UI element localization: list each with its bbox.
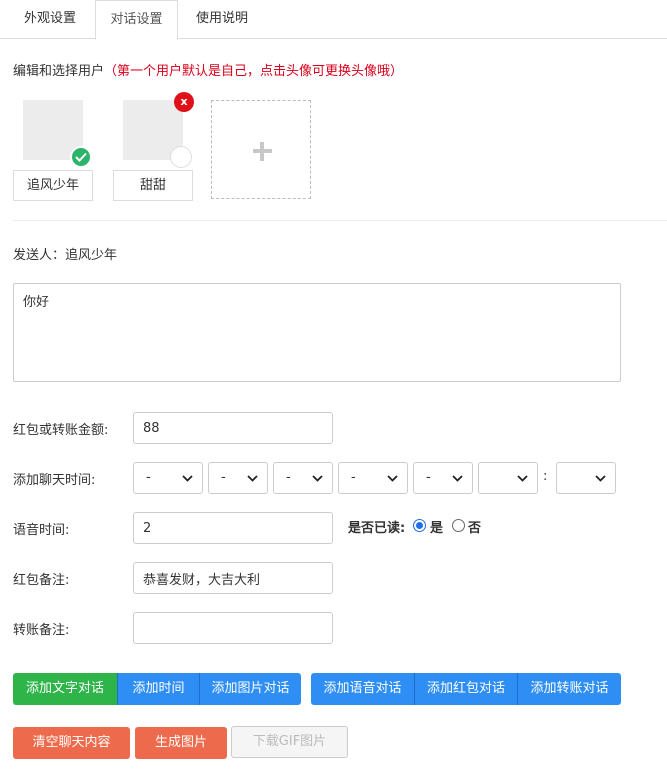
chevron-down-icon (312, 475, 323, 482)
select-radio-icon[interactable] (170, 146, 192, 168)
voice-time-label: 语音时间: (13, 523, 70, 538)
add-image-dialog-button[interactable]: 添加图片对话 (199, 673, 301, 705)
download-gif-button[interactable]: 下载GIF图片 (231, 726, 348, 758)
users-section-title: 编辑和选择用户（第一个用户默认是自己，点击头像可更换头像哦） (13, 60, 403, 79)
transfer-note-input[interactable] (133, 612, 333, 644)
year-select[interactable]: - (133, 462, 203, 494)
month-select[interactable]: - (208, 462, 268, 494)
read-yes-radio[interactable] (413, 519, 426, 532)
hour-select[interactable] (478, 462, 538, 494)
read-no-label[interactable]: 否 (468, 517, 481, 536)
select-value: - (286, 470, 291, 485)
chevron-down-icon (387, 475, 398, 482)
chevron-down-icon (452, 475, 463, 482)
red-packet-note-input[interactable] (133, 562, 333, 594)
period-select[interactable]: - (413, 462, 473, 494)
chevron-down-icon (247, 475, 258, 482)
select-value: - (146, 470, 151, 485)
chat-time-label: 添加聊天时间: (13, 473, 96, 488)
add-voice-dialog-button[interactable]: 添加语音对话 (311, 673, 414, 705)
amount-input[interactable] (133, 412, 333, 444)
message-textarea[interactable]: 你好 (13, 283, 621, 382)
add-text-dialog-button[interactable]: 添加文字对话 (13, 673, 117, 705)
chevron-down-icon (182, 475, 193, 482)
sender-name: 追风少年 (65, 248, 118, 263)
select-value: - (351, 470, 356, 485)
select-value: - (221, 470, 226, 485)
minute-select[interactable] (556, 462, 616, 494)
time-separator: : (543, 469, 548, 484)
delete-user-icon[interactable]: x (174, 92, 194, 112)
chevron-down-icon (517, 475, 528, 482)
tab-dialog[interactable]: 对话设置 (95, 0, 178, 40)
clear-chat-button[interactable]: 清空聊天内容 (13, 727, 130, 759)
settings-tabs: 外观设置 对话设置 使用说明 (0, 0, 667, 40)
select-value: - (426, 470, 431, 485)
read-status-label: 是否已读: (348, 521, 406, 536)
transfer-note-label: 转账备注: (13, 623, 70, 638)
add-user-button[interactable] (211, 100, 311, 199)
users-title-text: 编辑和选择用户 (13, 64, 105, 79)
add-transfer-dialog-button[interactable]: 添加转账对话 (517, 673, 621, 705)
voice-time-input[interactable] (133, 512, 333, 544)
user-name[interactable]: 追风少年 (13, 170, 93, 201)
amount-label: 红包或转账金额: (13, 423, 109, 438)
chevron-down-icon (595, 475, 606, 482)
red-packet-note-label: 红包备注: (13, 573, 70, 588)
divider (13, 220, 667, 221)
sender-label: 发送人： (13, 248, 66, 263)
day-select[interactable]: - (273, 462, 333, 494)
add-time-button[interactable]: 添加时间 (117, 673, 199, 705)
tab-appearance[interactable]: 外观设置 (8, 0, 92, 39)
user-name[interactable]: 甜甜 (113, 170, 193, 201)
weekday-select[interactable]: - (338, 462, 408, 494)
add-red-packet-dialog-button[interactable]: 添加红包对话 (414, 673, 517, 705)
sender-line: 发送人：追风少年 (13, 244, 117, 263)
tab-instructions[interactable]: 使用说明 (180, 0, 264, 39)
read-yes-label[interactable]: 是 (430, 517, 443, 536)
users-hint-text: （第一个用户默认是自己，点击头像可更换头像哦） (104, 64, 404, 79)
selected-check-icon (70, 146, 92, 168)
generate-image-button[interactable]: 生成图片 (135, 727, 227, 759)
read-no-radio[interactable] (452, 519, 465, 532)
